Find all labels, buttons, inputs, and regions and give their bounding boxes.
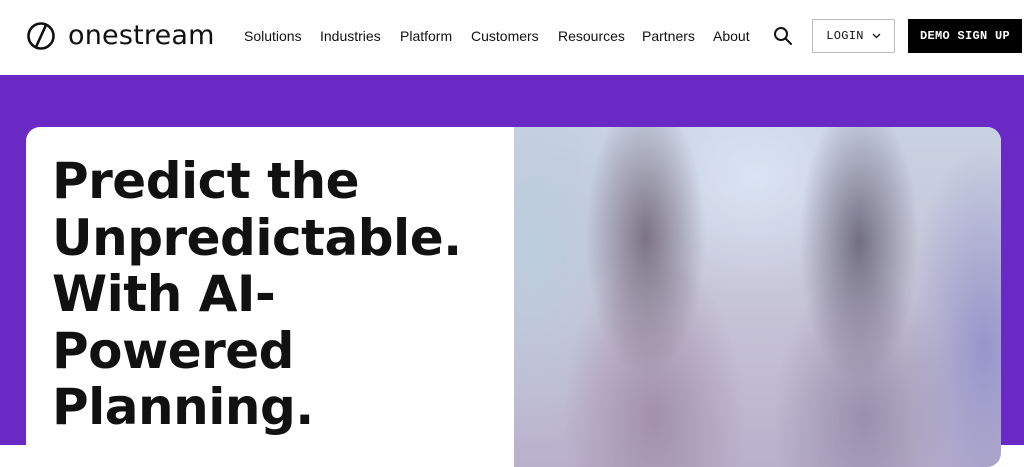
nav-item-solutions[interactable]: Solutions — [244, 26, 302, 46]
site-header: onestream Solutions Industries Platform … — [0, 0, 1024, 75]
hero-image — [514, 127, 1001, 467]
login-label: LOGIN — [826, 29, 864, 43]
nav-item-partners[interactable]: Partners — [642, 26, 695, 46]
search-button[interactable] — [773, 26, 793, 46]
demo-signup-button[interactable]: DEMO SIGN UP — [908, 19, 1022, 53]
headline-line: Predict the — [52, 152, 360, 210]
search-icon — [774, 27, 792, 45]
onestream-logo-icon — [27, 22, 55, 50]
nav-item-about[interactable]: About — [713, 26, 750, 46]
hero-headline: Predict the Unpredictable. With AI- Powe… — [52, 153, 492, 436]
headline-line: With AI- — [52, 265, 276, 323]
brand-name: onestream — [68, 20, 215, 51]
hero-section: Predict the Unpredictable. With AI- Powe… — [0, 75, 1024, 467]
chevron-down-icon — [872, 33, 881, 39]
hero-card: Predict the Unpredictable. With AI- Powe… — [26, 127, 1001, 467]
nav-item-customers[interactable]: Customers — [471, 26, 539, 46]
brand-logo[interactable]: onestream — [26, 19, 215, 53]
headline-line: Powered — [52, 321, 294, 380]
nav-item-platform[interactable]: Platform — [400, 26, 452, 46]
headline-line: Planning. — [52, 378, 314, 436]
login-button[interactable]: LOGIN — [812, 19, 895, 53]
nav-item-resources[interactable]: Resources — [558, 26, 625, 46]
nav-item-industries[interactable]: Industries — [320, 26, 381, 46]
demo-signup-label: DEMO SIGN UP — [919, 29, 1010, 43]
headline-line: Unpredictable. — [52, 208, 462, 267]
